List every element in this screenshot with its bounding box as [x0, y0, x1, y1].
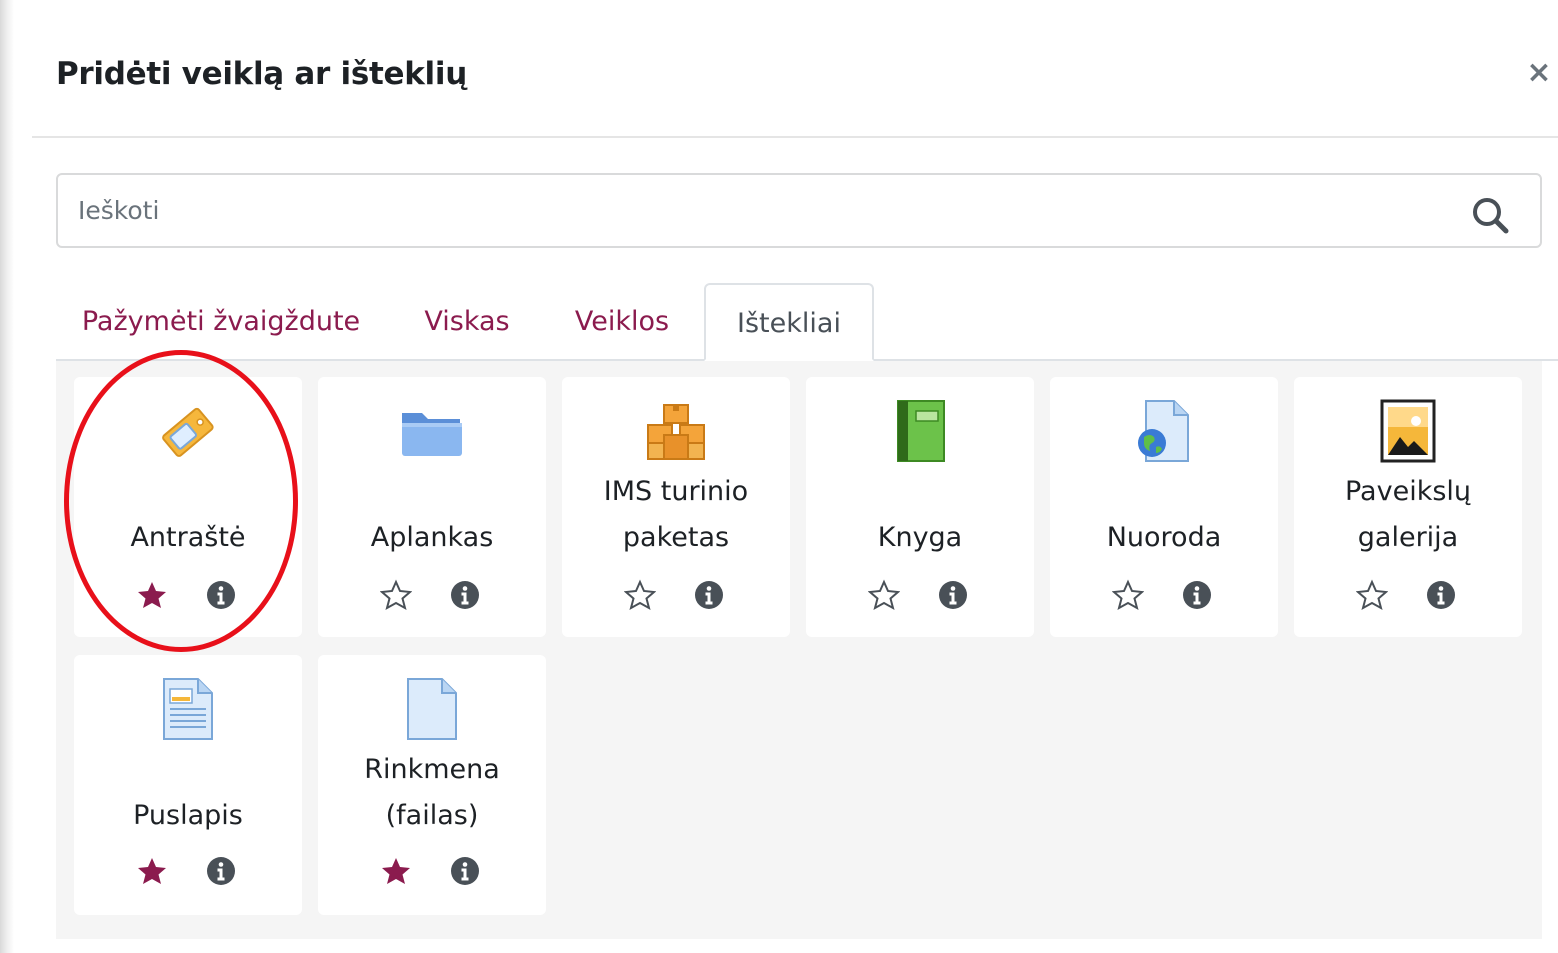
card-label: Antraštė [130, 522, 246, 553]
resource-card-label[interactable]: Antraštė [74, 377, 302, 637]
card-label: IMS turinio [603, 476, 749, 507]
info-icon[interactable] [450, 580, 480, 610]
resources-grid: Antraštė Aplankas IMS turinio paketas Kn… [56, 361, 1542, 939]
page-icon [163, 678, 213, 740]
dialog-header: Pridėti veiklą ar išteklių × [32, 0, 1558, 138]
info-icon[interactable] [694, 580, 724, 610]
star-outline-icon[interactable] [1356, 579, 1388, 611]
star-filled-icon[interactable] [136, 579, 168, 611]
file-icon [407, 678, 457, 740]
ims-package-icon [647, 404, 705, 460]
resource-card-file[interactable]: Rinkmena (failas) [318, 655, 546, 915]
dialog-title: Pridėti veiklą ar išteklių [56, 56, 467, 92]
resource-card-ims-package[interactable]: IMS turinio paketas [562, 377, 790, 637]
tab-bar: Pažymėti žvaigždute Viskas Veiklos Ištek… [56, 283, 1558, 361]
tab-starred[interactable]: Pažymėti žvaigždute [76, 283, 366, 361]
info-icon[interactable] [206, 580, 236, 610]
search-icon[interactable] [1470, 195, 1510, 235]
card-label: Knyga [877, 522, 963, 553]
search-input[interactable] [78, 175, 1458, 246]
star-filled-icon[interactable] [380, 855, 412, 887]
label-tag-icon [162, 407, 214, 457]
image-gallery-icon [1380, 399, 1436, 463]
window-edge-shadow [0, 0, 14, 953]
card-label: Nuoroda [1106, 522, 1222, 553]
tab-all[interactable]: Viskas [412, 283, 522, 361]
tab-activities[interactable]: Veiklos [560, 283, 684, 361]
info-icon[interactable] [206, 856, 236, 886]
info-icon[interactable] [450, 856, 480, 886]
resource-card-image-gallery[interactable]: Paveikslų galerija [1294, 377, 1522, 637]
info-icon[interactable] [1182, 580, 1212, 610]
card-label: Rinkmena [364, 754, 500, 785]
card-label-line2: paketas [622, 522, 730, 553]
card-label: Aplankas [370, 522, 494, 553]
resource-card-page[interactable]: Puslapis [74, 655, 302, 915]
star-outline-icon[interactable] [624, 579, 656, 611]
card-label: Paveikslų [1344, 476, 1472, 507]
resource-card-book[interactable]: Knyga [806, 377, 1034, 637]
search-field[interactable] [56, 173, 1542, 248]
folder-icon [402, 413, 462, 456]
star-filled-icon[interactable] [136, 855, 168, 887]
resource-card-folder[interactable]: Aplankas [318, 377, 546, 637]
star-outline-icon[interactable] [380, 579, 412, 611]
close-icon[interactable]: × [1522, 56, 1556, 90]
info-icon[interactable] [1426, 580, 1456, 610]
card-label-line2: (failas) [385, 800, 479, 831]
card-label: Puslapis [133, 800, 243, 831]
card-label-line2: galerija [1357, 522, 1459, 553]
star-outline-icon[interactable] [1112, 579, 1144, 611]
url-globe-icon [1138, 400, 1189, 462]
info-icon[interactable] [938, 580, 968, 610]
tab-resources[interactable]: Ištekliai [704, 283, 874, 361]
star-outline-icon[interactable] [868, 579, 900, 611]
book-icon [897, 400, 945, 462]
resource-card-url[interactable]: Nuoroda [1050, 377, 1278, 637]
